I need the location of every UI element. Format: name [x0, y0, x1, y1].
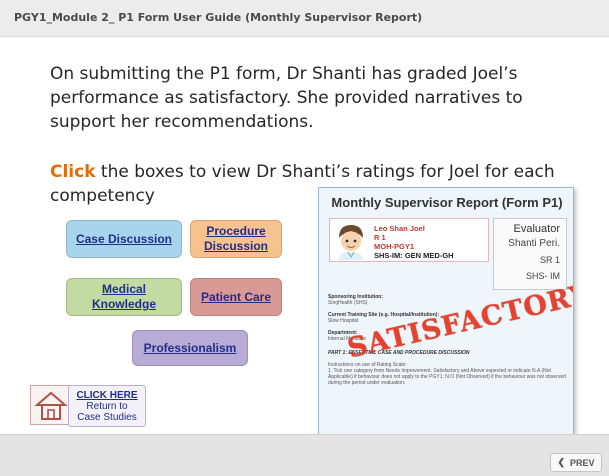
module-title: PGY1_Module 2_ P1 Form User Guide (Month…	[14, 11, 423, 24]
report-preview: Monthly Supervisor Report (Form P1) Leo …	[318, 187, 574, 435]
medical-knowledge-button[interactable]: Medical Knowledge	[66, 278, 182, 316]
scrollbar[interactable]	[596, 40, 606, 430]
trainee-details: Leo Shan Joel R 1 MOH-PGY1 SHS-IM: GEN M…	[374, 224, 454, 260]
chevron-left-icon: ❮	[557, 457, 566, 467]
patient-care-button[interactable]: Patient Care	[190, 278, 282, 316]
trainee-rank: R 1	[374, 233, 386, 242]
evaluator-label: Evaluator	[513, 223, 560, 235]
intro-text: On submitting the P1 form, Dr Shanti has…	[50, 64, 523, 132]
evaluator-rank: SR 1	[539, 255, 560, 265]
trainee-card: Leo Shan Joel R 1 MOH-PGY1 SHS-IM: GEN M…	[329, 218, 489, 262]
trainee-posting: SHS-IM: GEN MED-GH	[374, 251, 454, 260]
case-discussion-button[interactable]: Case Discussion	[66, 220, 182, 258]
report-title: Monthly Supervisor Report (Form P1)	[331, 195, 563, 210]
return-line-1: CLICK HERE	[76, 390, 138, 401]
title-bar: PGY1_Module 2_ P1 Form User Guide (Month…	[0, 0, 609, 37]
home-icon	[34, 391, 68, 420]
click-keyword: Click	[50, 162, 96, 182]
trainee-avatar-icon	[334, 222, 368, 260]
return-line-2: Return to	[86, 401, 128, 412]
prev-button[interactable]: ❮ PREV	[550, 453, 602, 472]
evaluator-card: Evaluator Shanti Peri. SR 1 SHS- IM	[493, 218, 567, 290]
player-controls: ❮ PREV	[0, 434, 609, 476]
evaluator-name: Shanti Peri.	[508, 238, 560, 249]
return-line-3: Case Studies	[77, 412, 137, 423]
slide-content: On submitting the P1 form, Dr Shanti has…	[0, 38, 609, 435]
trainee-program: MOH-PGY1	[374, 242, 415, 251]
professionalism-button[interactable]: Professionalism	[132, 330, 248, 366]
trainee-name: Leo Shan Joel	[374, 224, 425, 233]
evaluator-dept: SHS- IM	[525, 271, 560, 281]
instructions-text: 1. Tick one category from Needs Improvem…	[328, 368, 566, 386]
procedure-discussion-button[interactable]: Procedure Discussion	[190, 220, 282, 258]
home-button[interactable]	[30, 385, 70, 425]
prev-label: PREV	[570, 457, 595, 468]
return-to-case-studies-button[interactable]: CLICK HERE Return to Case Studies	[68, 385, 146, 427]
